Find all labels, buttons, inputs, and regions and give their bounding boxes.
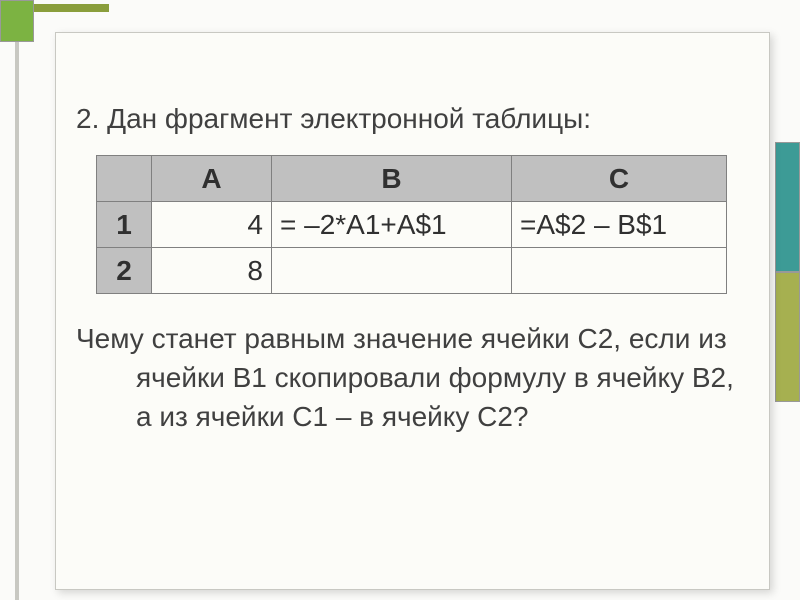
cell-a1: 4 xyxy=(152,202,272,248)
top-decorative-bar xyxy=(34,0,800,12)
problem-question-text: Чему станет равным значение ячейки С2, е… xyxy=(136,319,749,437)
cell-c2 xyxy=(512,248,727,294)
cell-b1: = –2*A1+A$1 xyxy=(272,202,512,248)
table-row: 1 4 = –2*A1+A$1 =A$2 – B$1 xyxy=(97,202,727,248)
problem-intro-text: 2. Дан фрагмент электронной таблицы: xyxy=(76,103,749,135)
cell-b2 xyxy=(272,248,512,294)
spreadsheet-fragment-table: A B C 1 4 = –2*A1+A$1 =A$2 – B$1 2 8 xyxy=(96,155,727,294)
gray-decorative-line xyxy=(15,42,19,600)
cell-a2: 8 xyxy=(152,248,272,294)
green-decorative-block xyxy=(0,0,34,42)
teal-decorative-block xyxy=(775,142,800,272)
cell-c1: =A$2 – B$1 xyxy=(512,202,727,248)
olive-decorative-stripe xyxy=(34,4,109,12)
column-header-a: A xyxy=(152,156,272,202)
right-decorative-sidebar xyxy=(775,12,800,600)
row-header-2: 2 xyxy=(97,248,152,294)
table-row: 2 8 xyxy=(97,248,727,294)
table-header-row: A B C xyxy=(97,156,727,202)
slide-content: 2. Дан фрагмент электронной таблицы: A B… xyxy=(55,32,770,590)
olive-decorative-block xyxy=(775,272,800,402)
column-header-c: C xyxy=(512,156,727,202)
row-header-1: 1 xyxy=(97,202,152,248)
column-header-b: B xyxy=(272,156,512,202)
left-decorative-sidebar xyxy=(0,0,34,600)
corner-cell xyxy=(97,156,152,202)
